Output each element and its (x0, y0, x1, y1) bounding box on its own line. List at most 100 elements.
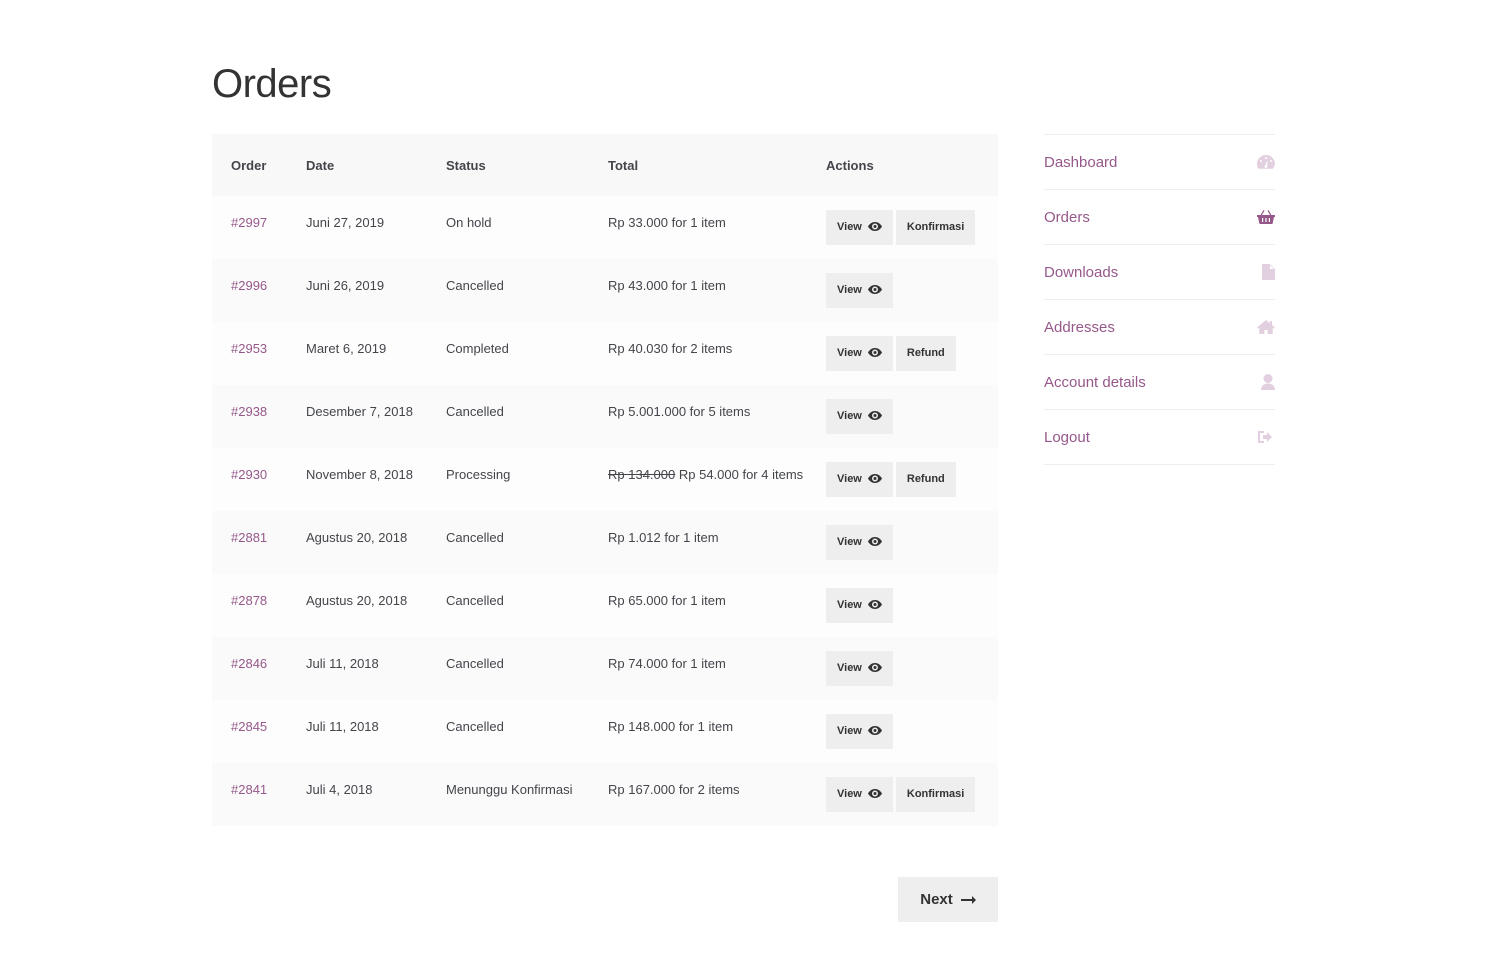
next-label: Next (920, 891, 953, 908)
order-actions: View Konfirmasi (807, 196, 998, 259)
order-date: Juli 11, 2018 (287, 637, 427, 700)
view-label: View (837, 347, 862, 359)
nav-item-downloads[interactable]: Downloads (1044, 245, 1275, 300)
sign-out-icon (1255, 430, 1275, 444)
view-button[interactable]: View (826, 777, 893, 812)
order-date: Agustus 20, 2018 (287, 511, 427, 574)
order-number-link[interactable]: #2878 (231, 593, 267, 608)
eye-icon (867, 274, 882, 309)
view-button[interactable]: View (826, 399, 893, 434)
user-icon (1255, 374, 1275, 390)
nav-item-label: Dashboard (1044, 153, 1118, 171)
view-label: View (837, 788, 862, 800)
view-button[interactable]: View (826, 462, 893, 497)
table-row: #2845 Juli 11, 2018 Cancelled Rp 148.000 fo… (212, 700, 998, 763)
table-row: #2878 Agustus 20, 2018 Cancelled Rp 65.000 … (212, 574, 998, 637)
order-number-link[interactable]: #2997 (231, 215, 267, 230)
order-number-link[interactable]: #2846 (231, 656, 267, 671)
order-total: Rp 40.030 for 2 items (589, 322, 807, 385)
order-total: Rp 43.000 for 1 item (589, 259, 807, 322)
total-text: Rp 54.000 for 4 items (678, 467, 804, 482)
konfirmasi-button[interactable]: Konfirmasi (895, 210, 976, 245)
view-label: View (837, 473, 862, 485)
nav-item-dashboard[interactable]: Dashboard (1044, 135, 1275, 190)
view-button[interactable]: View (826, 210, 893, 245)
order-status: Completed (427, 322, 589, 385)
order-number-cell: #2953 (212, 322, 287, 385)
view-label: View (837, 662, 862, 674)
order-number-cell: #2845 (212, 700, 287, 763)
nav-item-logout[interactable]: Logout (1044, 410, 1275, 465)
table-row: #2938 Desember 7, 2018 Cancelled Rp 5.001.0… (212, 385, 998, 448)
header-total: Total (589, 134, 807, 196)
order-actions: View Konfirmasi (807, 763, 998, 826)
order-number-cell: #2997 (212, 196, 287, 259)
order-number-cell: #2841 (212, 763, 287, 826)
order-actions: View (807, 574, 998, 637)
view-label: View (837, 536, 862, 548)
home-icon (1255, 320, 1275, 334)
header-status: Status (427, 134, 589, 196)
order-actions: View Refund (807, 448, 998, 511)
order-actions: View (807, 259, 998, 322)
order-status: Cancelled (427, 511, 589, 574)
next-page-button[interactable]: Next (898, 877, 998, 922)
order-total: Rp 167.000 for 2 items (589, 763, 807, 826)
table-header-row: Order Date Status Total Actions (212, 134, 998, 196)
view-button[interactable]: View (826, 714, 893, 749)
total-original-price: Rp 134.000 (608, 467, 676, 482)
total-text: Rp 33.000 for 1 item (608, 215, 726, 230)
table-row: #2846 Juli 11, 2018 Cancelled Rp 74.000 for… (212, 637, 998, 700)
order-total: Rp 74.000 for 1 item (589, 637, 807, 700)
konfirmasi-button[interactable]: Konfirmasi (895, 777, 976, 812)
view-label: View (837, 221, 862, 233)
refund-button[interactable]: Refund (895, 462, 956, 497)
view-button[interactable]: View (826, 273, 893, 308)
eye-icon (867, 652, 882, 687)
order-total: Rp 33.000 for 1 item (589, 196, 807, 259)
eye-icon (867, 715, 882, 750)
order-number-link[interactable]: #2953 (231, 341, 267, 356)
eye-icon (867, 463, 882, 498)
order-number-link[interactable]: #2930 (231, 467, 267, 482)
order-status: Cancelled (427, 574, 589, 637)
order-number-link[interactable]: #2845 (231, 719, 267, 734)
order-number-cell: #2878 (212, 574, 287, 637)
view-button[interactable]: View (826, 525, 893, 560)
header-order: Order (212, 134, 287, 196)
eye-icon (867, 211, 882, 246)
order-status: Processing (427, 448, 589, 511)
header-date: Date (287, 134, 427, 196)
order-date: Agustus 20, 2018 (287, 574, 427, 637)
page-title: Orders (212, 62, 332, 106)
order-status: Cancelled (427, 700, 589, 763)
nav-item-addresses[interactable]: Addresses (1044, 300, 1275, 355)
order-number-link[interactable]: #2881 (231, 530, 267, 545)
view-button[interactable]: View (826, 336, 893, 371)
order-number-link[interactable]: #2841 (231, 782, 267, 797)
view-button[interactable]: View (826, 651, 893, 686)
view-label: View (837, 410, 862, 422)
table-row: #2953 Maret 6, 2019 Completed Rp 40.030 for… (212, 322, 998, 385)
nav-item-account-details[interactable]: Account details (1044, 355, 1275, 410)
order-status: Cancelled (427, 385, 589, 448)
order-date: Desember 7, 2018 (287, 385, 427, 448)
total-text: Rp 43.000 for 1 item (608, 278, 726, 293)
order-number-link[interactable]: #2938 (231, 404, 267, 419)
table-row: #2997 Juni 27, 2019 On hold Rp 33.000 for 1… (212, 196, 998, 259)
table-row: #2881 Agustus 20, 2018 Cancelled Rp 1.012 f… (212, 511, 998, 574)
nav-item-label: Addresses (1044, 318, 1115, 336)
header-actions: Actions (807, 134, 998, 196)
view-label: View (837, 725, 862, 737)
table-row: #2841 Juli 4, 2018 Menunggu Konfirmasi Rp 1… (212, 763, 998, 826)
refund-button[interactable]: Refund (895, 336, 956, 371)
order-number-link[interactable]: #2996 (231, 278, 267, 293)
order-status: Menunggu Konfirmasi (427, 763, 589, 826)
nav-item-orders[interactable]: Orders (1044, 190, 1275, 245)
view-button[interactable]: View (826, 588, 893, 623)
order-number-cell: #2881 (212, 511, 287, 574)
order-actions: View Refund (807, 322, 998, 385)
order-actions: View (807, 385, 998, 448)
order-date: Juni 26, 2019 (287, 259, 427, 322)
order-number-cell: #2846 (212, 637, 287, 700)
